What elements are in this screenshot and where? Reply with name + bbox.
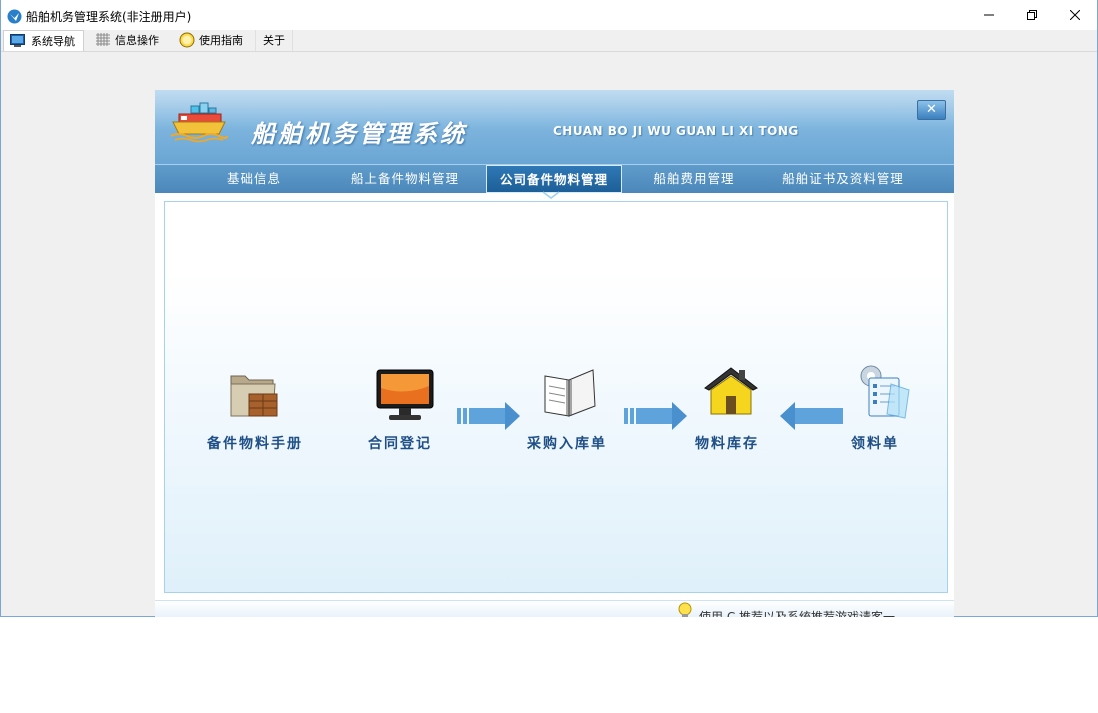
active-tab-caret-icon	[542, 191, 560, 199]
flow-arrow-right-icon	[457, 402, 520, 430]
flow-label-purchase: 采购入库单	[527, 436, 607, 452]
menu-label: 系统导航	[31, 35, 75, 48]
tab-ship-costs[interactable]: 船舶费用管理	[637, 165, 751, 193]
menu-about[interactable]: 关于	[255, 30, 293, 51]
system-subtitle: CHUAN BO JI WU GUAN LI XI TONG	[553, 124, 799, 138]
minimize-icon	[984, 14, 994, 16]
title-bar: 船舶机务管理系统(非注册用户)	[1, 0, 1097, 30]
close-button[interactable]	[1053, 0, 1097, 30]
menu-label: 关于	[263, 34, 285, 47]
checklist-gear-icon	[860, 365, 910, 419]
restore-button[interactable]	[1010, 0, 1054, 30]
flow-label-requisition: 领料单	[851, 436, 899, 452]
warehouse-house-icon	[704, 367, 758, 415]
menu-label: 使用指南	[199, 34, 243, 47]
system-title: 船舶机务管理系统	[251, 120, 467, 148]
app-logo-icon	[7, 9, 22, 24]
minimize-button[interactable]	[967, 0, 1011, 30]
tab-company-spares[interactable]: 公司备件物料管理	[486, 165, 622, 193]
open-book-icon	[544, 369, 596, 417]
flow-step-contract[interactable]	[375, 368, 435, 428]
main-window: 船舶机务管理系统(非注册用户) 系统导航 信息操作 使用指南 关于 船舶机务管理…	[0, 0, 1098, 617]
panel-header: 船舶机务管理系统 CHUAN BO JI WU GUAN LI XI TONG …	[155, 90, 954, 164]
menu-label: 信息操作	[115, 34, 159, 47]
folder-box-icon	[230, 375, 278, 417]
flow-step-purchase[interactable]	[541, 366, 599, 426]
flow-step-inventory[interactable]	[701, 364, 761, 426]
grid-icon	[96, 33, 110, 46]
help-circle-icon	[179, 32, 195, 48]
navigation-panel: 船舶机务管理系统 CHUAN BO JI WU GUAN LI XI TONG …	[155, 90, 954, 617]
tab-basic-info[interactable]: 基础信息	[205, 165, 303, 193]
flow-arrow-right-icon	[624, 402, 687, 430]
close-icon	[1070, 10, 1080, 20]
status-message: 使用 C 推荐以及系统推荐游戏请客一	[699, 610, 896, 617]
ship-logo-icon	[170, 102, 228, 143]
monitor-screen-icon	[376, 369, 434, 420]
menu-system-nav[interactable]: 系统导航	[3, 30, 84, 51]
flow-arrow-left-icon	[780, 402, 843, 430]
module-tab-bar: 基础信息 船上备件物料管理 公司备件物料管理 船舶费用管理 船舶证书及资料管理	[155, 164, 954, 193]
menu-bar: 系统导航 信息操作 使用指南 关于	[1, 30, 1097, 52]
flow-label-contract: 合同登记	[368, 436, 432, 452]
menu-user-guide[interactable]: 使用指南	[171, 30, 253, 51]
flow-label-manual: 备件物料手册	[207, 436, 303, 452]
panel-close-button[interactable]: ✕	[917, 100, 946, 120]
close-icon: ✕	[926, 102, 937, 117]
flow-step-manual[interactable]	[227, 366, 283, 426]
menu-info-ops[interactable]: 信息操作	[87, 30, 167, 51]
workflow-area: 备件物料手册 合同登记 采购入库单 物料库存 领料单	[164, 201, 948, 593]
restore-icon	[1027, 10, 1037, 20]
window-title: 船舶机务管理系统(非注册用户)	[26, 10, 192, 24]
tab-ship-spares[interactable]: 船上备件物料管理	[335, 165, 475, 193]
flow-step-requisition[interactable]	[853, 362, 913, 426]
lightbulb-icon	[678, 602, 692, 617]
tab-certificates[interactable]: 船舶证书及资料管理	[769, 165, 917, 193]
panel-status-bar: 使用 C 推荐以及系统推荐游戏请客一	[155, 600, 954, 617]
flow-label-inventory: 物料库存	[695, 436, 759, 452]
monitor-icon	[10, 34, 25, 47]
